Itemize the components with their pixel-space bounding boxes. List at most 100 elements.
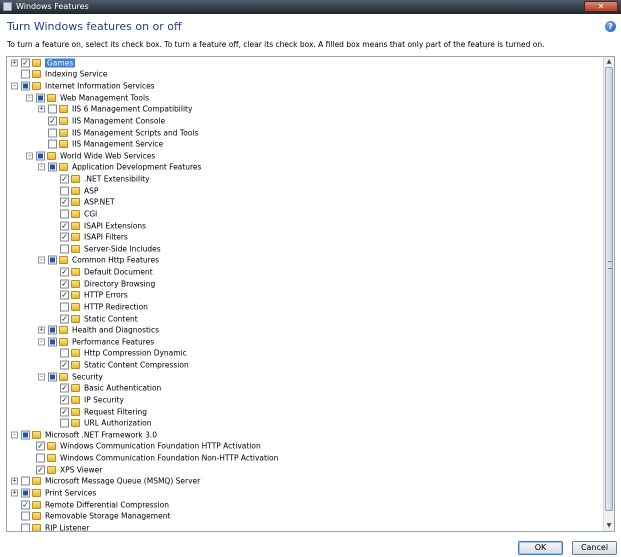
ok-button[interactable]: OK (518, 541, 563, 555)
feature-checkbox[interactable]: ✓ (60, 174, 69, 184)
tree-item[interactable]: + IIS 6 Management Compatibility (7, 104, 603, 116)
collapse-minus-icon[interactable]: - (26, 94, 33, 102)
tree-item-label[interactable]: Directory Browsing (84, 279, 155, 288)
tree-item-label[interactable]: IIS Management Console (72, 116, 165, 125)
collapse-minus-icon[interactable]: - (38, 256, 45, 264)
tree-item-label[interactable]: Performance Features (72, 337, 154, 346)
feature-checkbox[interactable] (21, 81, 30, 91)
tree-item[interactable]: - World Wide Web Services (7, 150, 603, 162)
collapse-minus-icon[interactable]: - (38, 163, 45, 171)
tree-item[interactable]: ✓ Default Document (7, 266, 603, 278)
tree-item-label[interactable]: Basic Authentication (84, 384, 161, 393)
tree-item-label[interactable]: Windows Communication Foundation HTTP Ac… (60, 442, 261, 451)
tree-item-label[interactable]: Indexing Service (45, 70, 107, 79)
tree-item-label[interactable]: Microsoft Message Queue (MSMQ) Server (45, 477, 200, 486)
feature-checkbox[interactable] (60, 418, 69, 428)
feature-checkbox[interactable] (48, 104, 57, 114)
feature-checkbox[interactable] (48, 325, 57, 335)
feature-checkbox[interactable] (36, 93, 45, 103)
cancel-button[interactable]: Cancel (572, 541, 617, 555)
tree-item[interactable]: RIP Listener (7, 522, 603, 531)
tree-item-label[interactable]: URL Authorization (84, 419, 152, 428)
tree-item-label[interactable]: Removable Storage Management (45, 512, 170, 521)
tree-item[interactable]: ✓ Static Content (7, 313, 603, 325)
tree-item[interactable]: ✓ Basic Authentication (7, 383, 603, 395)
feature-checkbox[interactable]: ✓ (60, 232, 69, 242)
feature-checkbox[interactable] (21, 523, 30, 531)
feature-checkbox[interactable] (36, 453, 45, 463)
tree-item-label[interactable]: IIS Management Service (72, 140, 163, 149)
feature-checkbox[interactable] (48, 337, 57, 347)
tree-item[interactable]: - Application Development Features (7, 162, 603, 174)
tree-item[interactable]: - Web Management Tools (7, 92, 603, 104)
tree-item[interactable]: - Security (7, 371, 603, 383)
tree-item-label[interactable]: Remote Differential Compression (45, 500, 169, 509)
tree-item-label[interactable]: CGI (84, 209, 97, 218)
tree-item[interactable]: - Common Http Features (7, 255, 603, 267)
tree-item[interactable]: ✓ HTTP Errors (7, 290, 603, 302)
scroll-up-arrow-icon[interactable]: ▲ (604, 57, 614, 67)
tree-item[interactable]: ✓ .NET Extensibility (7, 173, 603, 185)
collapse-minus-icon[interactable]: - (26, 152, 33, 160)
tree-item[interactable]: + Health and Diagnostics (7, 324, 603, 336)
tree-item-label[interactable]: HTTP Redirection (84, 302, 148, 311)
tree-item[interactable]: IIS Management Scripts and Tools (7, 127, 603, 139)
tree-item-label[interactable]: ISAPI Filters (84, 233, 128, 242)
expand-plus-icon[interactable]: + (38, 326, 45, 334)
feature-checkbox[interactable] (60, 244, 69, 254)
feature-checkbox[interactable]: ✓ (60, 267, 69, 277)
tree-item[interactable]: + Print Services (7, 487, 603, 499)
feature-checkbox[interactable] (21, 476, 30, 486)
tree-item-label[interactable]: Health and Diagnostics (72, 326, 159, 335)
tree-item-label[interactable]: World Wide Web Services (60, 151, 155, 160)
feature-checkbox[interactable] (21, 488, 30, 498)
feature-checkbox[interactable] (60, 209, 69, 219)
tree-item[interactable]: Indexing Service (7, 69, 603, 81)
tree-item-label[interactable]: ISAPI Extensions (84, 221, 146, 230)
collapse-minus-icon[interactable]: - (38, 338, 45, 346)
tree-item-label[interactable]: Http Compression Dynamic (84, 349, 187, 358)
feature-checkbox[interactable]: ✓ (60, 360, 69, 370)
expand-plus-icon[interactable]: + (11, 477, 18, 485)
tree-item-label[interactable]: Static Content Compression (84, 361, 189, 370)
feature-checkbox[interactable]: ✓ (36, 465, 45, 475)
tree-item[interactable]: - Internet Information Services (7, 80, 603, 92)
feature-checkbox[interactable] (48, 128, 57, 138)
tree-item-label[interactable]: Common Http Features (72, 256, 159, 265)
tree-item-label[interactable]: IIS 6 Management Compatibility (72, 105, 192, 114)
tree-item[interactable]: ✓ IIS Management Console (7, 115, 603, 127)
feature-checkbox[interactable]: ✓ (60, 314, 69, 324)
feature-checkbox[interactable] (48, 372, 57, 382)
tree-item-label[interactable]: Web Management Tools (60, 93, 149, 102)
scrollbar-thumb[interactable] (605, 67, 613, 511)
feature-checkbox[interactable] (48, 255, 57, 265)
feature-checkbox[interactable] (48, 162, 57, 172)
tree-item[interactable]: + ✓ Games (7, 57, 603, 69)
feature-checkbox[interactable]: ✓ (60, 279, 69, 289)
feature-checkbox[interactable] (36, 151, 45, 161)
tree-vertical-scrollbar[interactable]: ▲ ▼ (603, 57, 614, 531)
collapse-minus-icon[interactable]: - (38, 373, 45, 381)
tree-item[interactable]: ✓ XPS Viewer (7, 464, 603, 476)
feature-checkbox[interactable]: ✓ (60, 197, 69, 207)
tree-item-label[interactable]: Static Content (84, 314, 138, 323)
tree-item[interactable]: ✓ Remote Differential Compression (7, 499, 603, 511)
tree-item-label[interactable]: Internet Information Services (45, 82, 155, 91)
tree-item[interactable]: HTTP Redirection (7, 301, 603, 313)
tree-item-label[interactable]: ASP (84, 186, 98, 195)
expand-plus-icon[interactable]: + (11, 489, 18, 497)
tree-item[interactable]: Http Compression Dynamic (7, 348, 603, 360)
tree-item[interactable]: - Performance Features (7, 336, 603, 348)
tree-item[interactable]: ✓ Request Filtering (7, 406, 603, 418)
feature-checkbox[interactable] (60, 302, 69, 312)
tree-item[interactable]: Windows Communication Foundation Non-HTT… (7, 452, 603, 464)
feature-checkbox[interactable] (60, 186, 69, 196)
tree-item[interactable]: ✓ Static Content Compression (7, 359, 603, 371)
feature-checkbox[interactable]: ✓ (60, 407, 69, 417)
tree-item-label[interactable]: Application Development Features (72, 163, 201, 172)
tree-item[interactable]: Removable Storage Management (7, 510, 603, 522)
tree-item[interactable]: CGI (7, 208, 603, 220)
feature-checkbox[interactable] (60, 348, 69, 358)
feature-checkbox[interactable]: ✓ (60, 221, 69, 231)
collapse-minus-icon[interactable]: - (11, 431, 18, 439)
